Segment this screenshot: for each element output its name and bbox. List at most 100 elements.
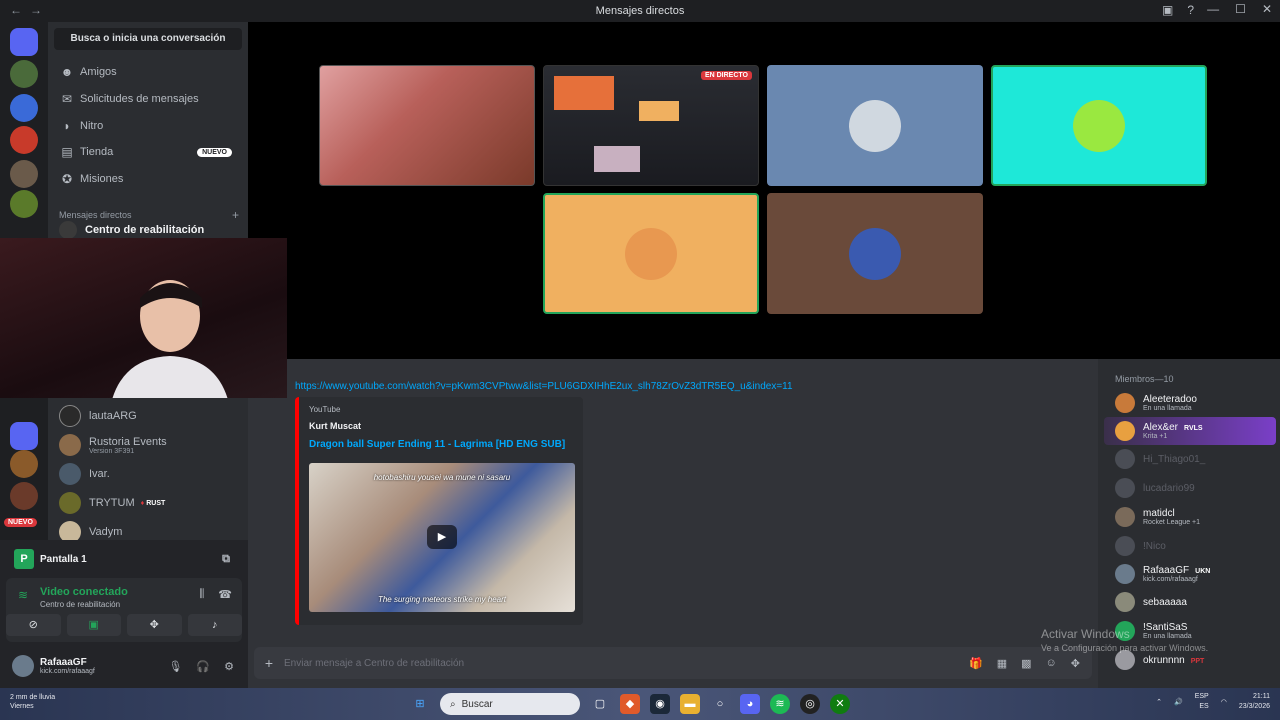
- member-item[interactable]: Aleeteradoo En una llamada: [1104, 389, 1276, 417]
- maximize-button[interactable]: ☐: [1235, 2, 1246, 16]
- server-icon[interactable]: [10, 482, 38, 510]
- member-item[interactable]: !Nico: [1104, 532, 1276, 560]
- composer-placeholder[interactable]: Enviar mensaje a Centro de reabilitación: [284, 658, 969, 669]
- create-dm-icon[interactable]: +: [232, 208, 239, 222]
- member-item[interactable]: RafaaaGF UKN kick.com/rafaaagf: [1104, 560, 1276, 588]
- nav-message-requests[interactable]: ✉ Solicitudes de mensajes: [54, 87, 242, 111]
- camera-off-button[interactable]: ⊘: [6, 614, 61, 636]
- stream-tile[interactable]: EN DIRECTO: [543, 65, 759, 186]
- embed-provider[interactable]: YouTube: [309, 405, 340, 414]
- embed-title[interactable]: Dragon ball Super Ending 11 - Lagrima [H…: [309, 439, 565, 450]
- popout-icon[interactable]: ⧉: [222, 553, 230, 566]
- apps-icon[interactable]: ✥: [1071, 657, 1080, 670]
- back-forward-icon[interactable]: ←→: [10, 3, 50, 17]
- language-indicator[interactable]: ESP ES: [1195, 692, 1209, 712]
- member-item[interactable]: sebaaaaa: [1104, 588, 1276, 616]
- video-tile[interactable]: [319, 65, 535, 186]
- sticker-icon[interactable]: ▩: [1021, 657, 1031, 670]
- file-explorer-icon[interactable]: ▬: [680, 694, 700, 714]
- server-icon[interactable]: [10, 160, 38, 188]
- activities-button[interactable]: ✥: [127, 614, 182, 636]
- task-view-icon[interactable]: ▢: [590, 694, 610, 714]
- server-icon[interactable]: [10, 190, 38, 218]
- obs-icon[interactable]: ◎: [800, 694, 820, 714]
- wifi-icon[interactable]: ◠: [1221, 698, 1227, 706]
- dm-item[interactable]: Centro de reabilitación: [54, 221, 242, 239]
- nav-shop[interactable]: ▤ Tienda NUEVO: [54, 140, 242, 164]
- play-icon[interactable]: ▶: [427, 525, 457, 549]
- find-conversation-button[interactable]: Busca o inicia una conversación: [54, 28, 242, 50]
- members-header: Miembros—10: [1115, 374, 1174, 384]
- member-item[interactable]: Alex&er RVLS Krita +1: [1104, 417, 1276, 445]
- member-item[interactable]: lucadario99: [1104, 474, 1276, 502]
- dm-item[interactable]: Ivar.: [54, 460, 242, 488]
- avatar: [59, 492, 81, 514]
- noise-suppression-icon[interactable]: ⫼: [199, 588, 204, 601]
- message-link[interactable]: https://www.youtube.com/watch?v=pKwm3CVP…: [295, 381, 793, 392]
- video-tile[interactable]: [543, 193, 759, 314]
- server-icon[interactable]: [10, 60, 38, 88]
- weather-widget[interactable]: 2 mm de lluvia Viernes: [10, 693, 55, 711]
- inbox-icon[interactable]: ▣: [1162, 3, 1173, 17]
- xbox-icon[interactable]: ✕: [830, 694, 850, 714]
- headphones-icon[interactable]: 🎧: [196, 660, 210, 673]
- minimize-button[interactable]: —: [1207, 2, 1219, 16]
- rust-tag-icon: ♦: [140, 499, 145, 507]
- time: 21:11: [1253, 693, 1270, 700]
- shop-icon: ▤: [61, 145, 73, 159]
- video-tile[interactable]: [767, 193, 983, 314]
- speaker-icon[interactable]: 🔊: [1174, 698, 1183, 706]
- user-status: kick.com/rafaaagf: [40, 668, 95, 675]
- settings-gear-icon[interactable]: ⚙: [224, 660, 234, 673]
- discord-home-icon[interactable]: [10, 28, 38, 56]
- message-composer[interactable]: + Enviar mensaje a Centro de reabilitaci…: [254, 647, 1092, 679]
- server-icon[interactable]: [10, 126, 38, 154]
- gif-icon[interactable]: ▦: [997, 657, 1007, 670]
- gift-icon[interactable]: 🎁: [969, 657, 983, 670]
- signal-icon: ≋: [18, 588, 29, 602]
- title-bar: ←→ Mensajes directos ▣ ? — ☐ ✕: [0, 0, 1280, 22]
- brave-browser-icon[interactable]: ◆: [620, 694, 640, 714]
- discord-icon[interactable]: ◕: [740, 694, 760, 714]
- dm-item[interactable]: lautaARG: [54, 402, 242, 430]
- member-item[interactable]: matidcl Rocket League +1: [1104, 503, 1276, 531]
- app-icon[interactable]: ○: [710, 694, 730, 714]
- member-name: matidcl: [1143, 508, 1175, 519]
- spotify-icon[interactable]: ≋: [770, 694, 790, 714]
- help-icon[interactable]: ?: [1187, 3, 1194, 17]
- disconnect-icon[interactable]: ☎: [218, 588, 232, 601]
- windows-start-icon[interactable]: ⊞: [410, 694, 430, 714]
- server-icon[interactable]: [10, 422, 38, 450]
- avatar[interactable]: [12, 655, 34, 677]
- soundboard-button[interactable]: ♪: [187, 614, 242, 636]
- emoji-icon[interactable]: ☺: [1046, 657, 1057, 670]
- close-button[interactable]: ✕: [1262, 2, 1272, 16]
- member-name: Alex&er: [1143, 422, 1179, 433]
- attach-icon[interactable]: +: [254, 655, 284, 671]
- taskbar-search[interactable]: ⌕ Buscar: [440, 693, 580, 715]
- video-tile[interactable]: [767, 65, 983, 186]
- video-thumbnail[interactable]: hotobashiru yousei wa mune ni sasaru ▶ T…: [309, 463, 575, 612]
- screen-share-card[interactable]: P Pantalla 1 ⧉: [6, 543, 242, 575]
- dm-item[interactable]: TRYTUM ♦ RUST: [54, 489, 242, 517]
- voice-status[interactable]: Video conectado: [40, 586, 128, 598]
- lang-sub: ES: [1199, 703, 1209, 710]
- tray-chevron-icon[interactable]: ⌃: [1156, 698, 1162, 706]
- steam-icon[interactable]: ◉: [650, 694, 670, 714]
- video-tile[interactable]: [991, 65, 1207, 186]
- microphone-icon[interactable]: 🎙: [168, 660, 182, 673]
- member-name: !SantiSaS: [1143, 622, 1188, 633]
- voice-channel[interactable]: Centro de reabilitación: [40, 600, 120, 609]
- nav-quests[interactable]: ✪ Misiones: [54, 167, 242, 191]
- avatar: [1115, 393, 1135, 413]
- screen-share-button[interactable]: ▣: [66, 614, 121, 636]
- nav-friends[interactable]: ☻ Amigos: [54, 60, 242, 84]
- dm-item[interactable]: Rustoria Events Version 3F391: [54, 431, 242, 459]
- server-icon[interactable]: [10, 450, 38, 478]
- member-item[interactable]: !SantiSaS En una llamada: [1104, 617, 1276, 645]
- member-item[interactable]: Hi_Thiago01_: [1104, 445, 1276, 473]
- embed-author[interactable]: Kurt Muscat: [309, 421, 361, 431]
- clock[interactable]: 21:11 23/3/2026: [1239, 692, 1270, 712]
- server-icon[interactable]: [10, 94, 38, 122]
- nav-nitro[interactable]: ◗ Nitro: [54, 114, 242, 138]
